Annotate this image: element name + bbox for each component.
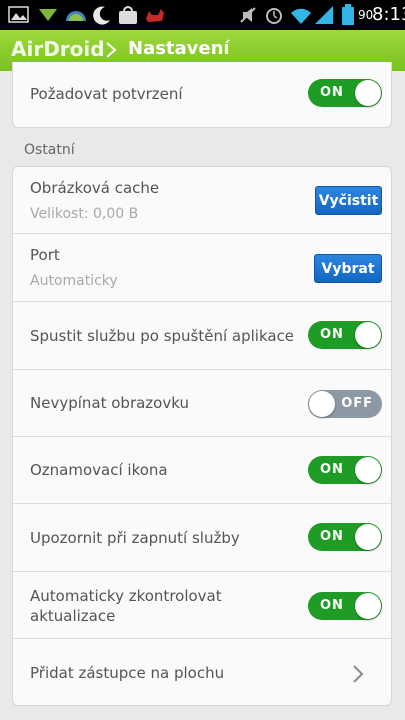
toggle-label: ON xyxy=(320,529,344,544)
setting-subtitle: Velikost: 0,00 B xyxy=(30,206,139,222)
cat-icon xyxy=(146,9,164,22)
toggle-knob xyxy=(355,524,381,550)
require-confirmation-toggle[interactable]: ON xyxy=(308,79,382,107)
clock: 8:13 xyxy=(372,4,405,25)
toggle-knob xyxy=(355,593,381,619)
start-service-toggle[interactable]: ON xyxy=(308,321,382,349)
download-icon xyxy=(39,9,57,21)
toggle-knob xyxy=(309,391,335,417)
setting-title: Přidat zástupce na plochu xyxy=(30,664,225,682)
setting-row-start-service[interactable]: Spustit službu po spuštění aplikace ON xyxy=(13,302,391,370)
setting-title: Obrázková cache xyxy=(30,179,160,197)
toggle-knob xyxy=(355,80,381,106)
auto-update-toggle[interactable]: ON xyxy=(308,592,382,620)
alarm-icon xyxy=(266,8,282,24)
setting-row-auto-update[interactable]: Automaticky zkontrolovat aktualizace ON xyxy=(13,572,391,639)
setting-row-image-cache: Obrázková cache Velikost: 0,00 B Vyčisti… xyxy=(13,167,391,234)
signal-icon xyxy=(315,6,333,24)
setting-title-line: Automaticky zkontrolovat xyxy=(30,587,222,605)
setting-row-require-confirmation[interactable]: Požadovat potvrzení ON xyxy=(13,62,391,126)
settings-card-top: Požadovat potvrzení ON xyxy=(12,62,392,128)
battery-percent: 90 xyxy=(358,8,374,22)
page-title: Nastavení xyxy=(128,38,230,59)
setting-row-notify-on-start[interactable]: Upozornit při zapnutí služby ON xyxy=(13,504,391,572)
image-icon xyxy=(8,6,29,23)
toggle-label: ON xyxy=(320,85,344,100)
app-name-button[interactable]: AirDroid xyxy=(11,37,105,61)
section-header-other: Ostatní xyxy=(24,142,75,158)
select-port-button[interactable]: Vybrat xyxy=(314,254,382,283)
setting-title-line: aktualizace xyxy=(30,607,116,625)
keep-screen-on-toggle[interactable]: OFF xyxy=(308,390,382,418)
setting-title: Upozornit při zapnutí služby xyxy=(30,529,240,547)
mute-icon xyxy=(240,7,256,23)
setting-title: Oznamovací ikona xyxy=(30,461,168,479)
setting-title: Požadovat potvrzení xyxy=(30,85,183,103)
toggle-knob xyxy=(355,322,381,348)
toggle-label: ON xyxy=(320,327,344,342)
cloud-icon xyxy=(66,11,86,21)
setting-row-notification-icon[interactable]: Oznamovací ikona ON xyxy=(13,437,391,504)
setting-title: Nevypínat obrazovku xyxy=(30,394,189,412)
status-bar: 90 8:13 xyxy=(0,0,405,30)
notify-on-start-toggle[interactable]: ON xyxy=(308,523,382,551)
settings-card-other: Obrázková cache Velikost: 0,00 B Vyčisti… xyxy=(12,166,392,706)
moon-icon xyxy=(93,6,110,25)
notification-icon-toggle[interactable]: ON xyxy=(308,456,382,484)
toggle-label: ON xyxy=(320,598,344,613)
toggle-knob xyxy=(355,457,381,483)
bag-icon xyxy=(119,6,137,24)
setting-title: Spustit službu po spuštění aplikace xyxy=(30,327,295,345)
setting-subtitle: Automaticky xyxy=(30,273,118,289)
setting-row-add-shortcut[interactable]: Přidat zástupce na plochu xyxy=(13,639,391,705)
toggle-label: ON xyxy=(320,462,344,477)
toggle-label: OFF xyxy=(341,396,373,411)
setting-row-port: Port Automaticky Vybrat xyxy=(13,234,391,302)
setting-title: Port xyxy=(30,246,60,264)
breadcrumb-chevron-icon xyxy=(106,42,117,58)
setting-row-keep-screen-on[interactable]: Nevypínat obrazovku OFF xyxy=(13,370,391,437)
setting-title: Automaticky zkontrolovat aktualizace xyxy=(30,586,222,626)
battery-icon xyxy=(342,4,354,25)
wifi-icon xyxy=(291,8,311,24)
chevron-right-icon xyxy=(353,665,364,683)
clear-cache-button[interactable]: Vyčistit xyxy=(315,186,382,215)
